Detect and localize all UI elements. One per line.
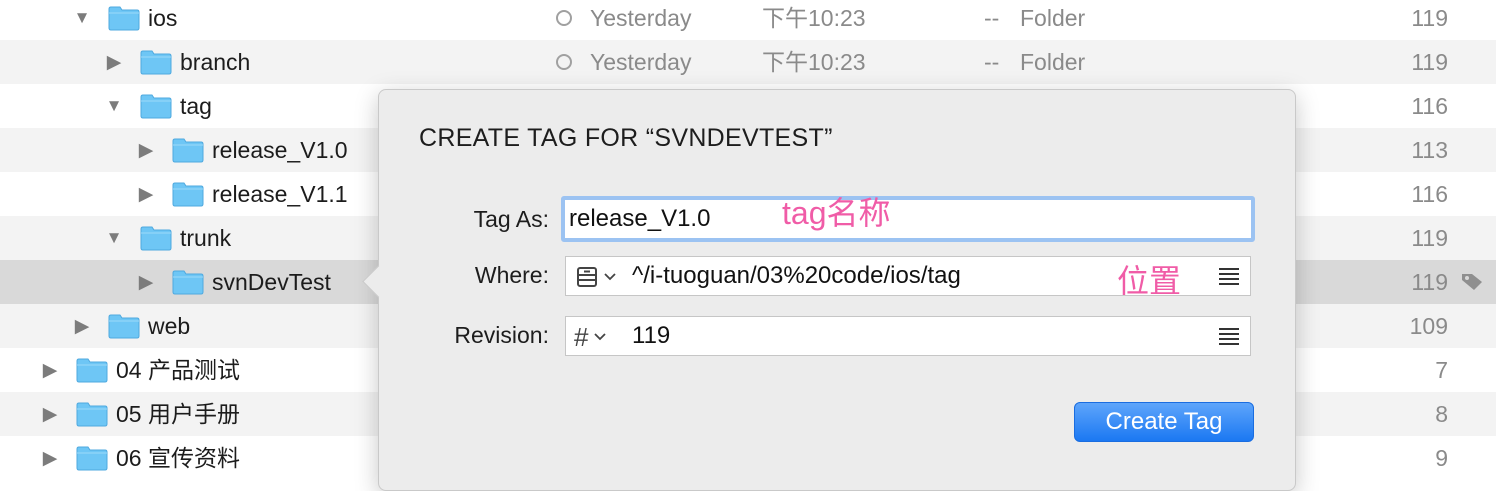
- triangle-right-icon[interactable]: ▶: [40, 392, 60, 436]
- folder-icon: [76, 445, 108, 471]
- file-name: release_V1.1: [212, 181, 348, 207]
- revision-value: 119: [632, 322, 671, 349]
- file-name: tag: [180, 93, 212, 119]
- repository-icon: [577, 267, 597, 287]
- triangle-right-icon[interactable]: ▶: [104, 40, 124, 84]
- revision-count: 113: [1411, 137, 1448, 163]
- repository-selector[interactable]: [574, 263, 618, 291]
- triangle-right-icon[interactable]: ▶: [72, 304, 92, 348]
- tag-as-label: Tag As:: [473, 206, 549, 232]
- file-kind: Folder: [1020, 49, 1086, 75]
- revision-count: 8: [1435, 401, 1448, 427]
- triangle-right-icon[interactable]: ▶: [136, 172, 156, 216]
- triangle-down-icon[interactable]: ▼: [104, 216, 124, 260]
- revision-count: 119: [1411, 5, 1448, 31]
- tag-as-value: release_V1.0: [569, 205, 711, 232]
- list-row[interactable]: ▼ ios Yesterday 下午10:23 -- Folder 119: [0, 0, 1496, 40]
- revision-count: 116: [1411, 181, 1448, 207]
- triangle-down-icon[interactable]: ▼: [104, 84, 124, 128]
- file-name: branch: [180, 49, 251, 75]
- status-circle-icon: [556, 54, 572, 70]
- folder-icon: [140, 225, 172, 251]
- where-path-value: ^/i-tuoguan/03%20code/ios/tag: [632, 262, 961, 289]
- location-annotation: 位置: [1117, 263, 1182, 299]
- status-circle-icon: [556, 10, 572, 26]
- file-name: release_V1.0: [212, 137, 348, 163]
- file-size: --: [984, 5, 1000, 31]
- folder-icon: [172, 269, 204, 295]
- create-tag-button[interactable]: Create Tag: [1074, 402, 1254, 442]
- folder-icon: [140, 93, 172, 119]
- revision-count: 119: [1411, 269, 1448, 295]
- modified-date: Yesterday: [590, 5, 692, 31]
- revision-label: Revision:: [454, 322, 549, 348]
- triangle-right-icon[interactable]: ▶: [40, 436, 60, 480]
- folder-icon: [172, 137, 204, 163]
- where-label: Where:: [474, 262, 549, 288]
- file-size: --: [984, 49, 1000, 75]
- create-tag-popover: CREATE TAG FOR “SVNDEVTEST” Tag As: rele…: [362, 89, 1296, 491]
- triangle-down-icon[interactable]: ▼: [72, 0, 92, 40]
- list-menu-icon[interactable]: [1218, 327, 1240, 345]
- file-name: web: [148, 313, 191, 339]
- revision-count: 7: [1435, 357, 1448, 383]
- file-name: 05 用户手册: [116, 401, 240, 427]
- revision-count: 119: [1411, 49, 1448, 75]
- list-row[interactable]: ▶ branch Yesterday 下午10:23 -- Folder 119: [0, 40, 1496, 84]
- file-name: ios: [148, 5, 178, 31]
- triangle-right-icon[interactable]: ▶: [40, 348, 60, 392]
- tag-as-input[interactable]: release_V1.0: [561, 196, 1255, 242]
- folder-icon: [76, 401, 108, 427]
- folder-icon: [76, 357, 108, 383]
- file-name: svnDevTest: [212, 269, 331, 295]
- list-menu-icon[interactable]: [1218, 267, 1240, 285]
- folder-icon: [108, 313, 140, 339]
- folder-icon: [108, 5, 140, 31]
- tag-name-annotation: tag名称: [782, 195, 891, 231]
- revision-count: 109: [1409, 313, 1448, 339]
- revision-count: 119: [1411, 225, 1448, 251]
- modified-time: 下午10:23: [762, 5, 866, 31]
- chevron-down-icon: [594, 333, 607, 341]
- folder-icon: [140, 49, 172, 75]
- revision-type-selector[interactable]: #: [574, 323, 608, 351]
- file-name: 04 产品测试: [116, 357, 240, 383]
- revision-count: 116: [1411, 93, 1448, 119]
- file-name: 06 宣传资料: [116, 445, 240, 471]
- modified-date: Yesterday: [590, 49, 692, 75]
- file-kind: Folder: [1020, 5, 1086, 31]
- folder-icon: [172, 181, 204, 207]
- triangle-right-icon[interactable]: ▶: [136, 260, 156, 304]
- triangle-right-icon[interactable]: ▶: [136, 128, 156, 172]
- revision-field[interactable]: # 119: [565, 316, 1251, 356]
- hash-icon: #: [574, 322, 589, 352]
- chevron-down-icon: [604, 273, 616, 281]
- modified-time: 下午10:23: [762, 49, 866, 75]
- revision-count: 9: [1435, 445, 1448, 471]
- tag-icon: [1460, 272, 1484, 292]
- file-name: trunk: [180, 225, 232, 251]
- dialog-title: CREATE TAG FOR “SVNDEVTEST”: [419, 124, 833, 152]
